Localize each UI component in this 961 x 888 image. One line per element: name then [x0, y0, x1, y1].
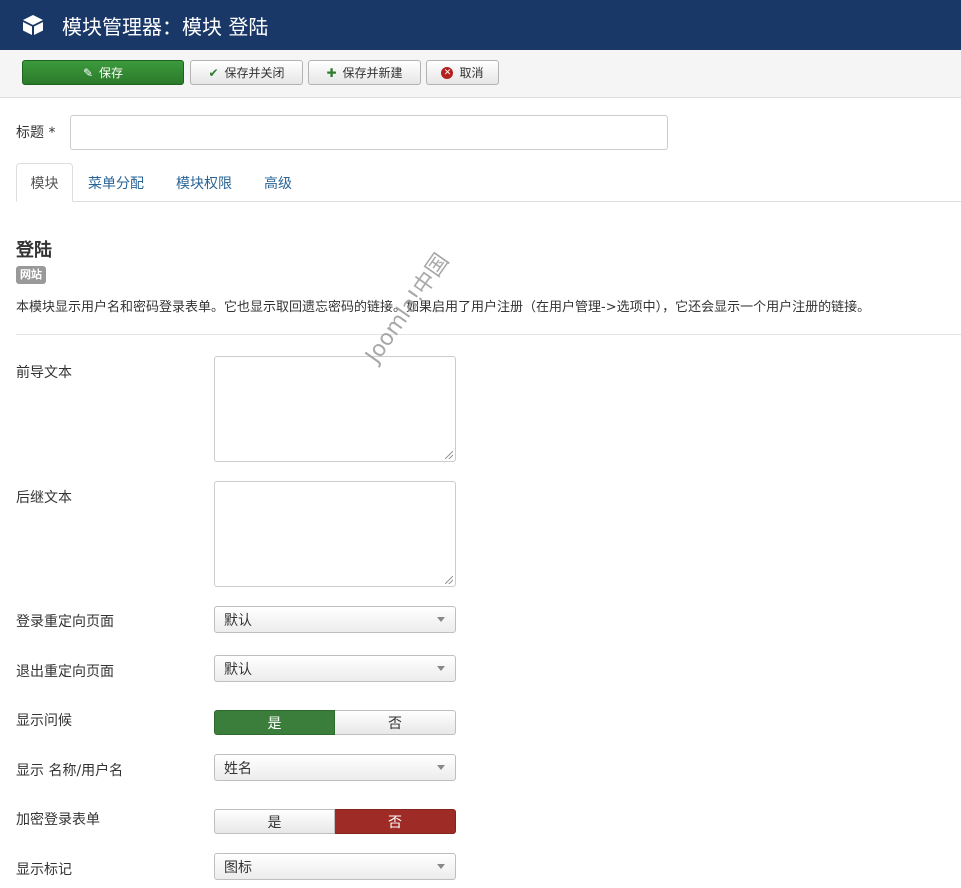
chevron-down-icon [437, 765, 445, 770]
title-label: 标题 * [16, 122, 55, 142]
display-name-select[interactable]: 姓名 [214, 754, 456, 781]
posttext-textarea[interactable] [214, 481, 456, 587]
save-close-button-label: 保存并关闭 [224, 66, 285, 80]
show-label-label: 显示标记 [16, 862, 72, 878]
save-button-label: 保存 [99, 66, 124, 80]
toolbar: ✎ 保存 ✔ 保存并关闭 ✚ 保存并新建 ✕ 取消 [0, 50, 961, 98]
cancel-button-label: 取消 [459, 66, 484, 80]
show-label-value: 图标 [224, 859, 252, 876]
logout-redirect-select[interactable]: 默认 [214, 655, 456, 682]
title-label-text: 标题 [16, 125, 44, 141]
header-bar: 模块管理器：模块 登陆 [0, 0, 961, 50]
module-name: 登陆 [16, 240, 52, 261]
chevron-down-icon [437, 864, 445, 869]
save-close-button[interactable]: ✔ 保存并关闭 [190, 60, 303, 85]
pretext-textarea[interactable] [214, 356, 456, 462]
greeting-toggle: 是 否 [214, 710, 456, 735]
pretext-label: 前导文本 [16, 365, 72, 381]
greeting-no-button[interactable]: 否 [335, 710, 456, 735]
login-redirect-label: 登录重定向页面 [16, 614, 114, 630]
resize-grip-icon[interactable] [445, 576, 453, 584]
module-description: 本模块显示用户名和密码登录表单。它也显示取回遗忘密码的链接。如果启用了用户注册（… [16, 300, 871, 315]
cancel-button[interactable]: ✕ 取消 [426, 60, 499, 85]
plus-icon: ✚ [326, 65, 337, 80]
close-icon: ✕ [441, 66, 454, 79]
login-redirect-value: 默认 [224, 612, 252, 629]
resize-grip-icon[interactable] [445, 451, 453, 459]
save-new-button[interactable]: ✚ 保存并新建 [308, 60, 421, 85]
title-input[interactable] [70, 115, 668, 150]
tab-advanced[interactable]: 高级 [254, 163, 302, 202]
cube-icon [23, 15, 43, 35]
tab-module-permissions[interactable]: 模块权限 [166, 163, 242, 202]
logout-redirect-value: 默认 [224, 661, 252, 678]
logout-redirect-label: 退出重定向页面 [16, 664, 114, 680]
display-name-label: 显示 名称/用户名 [16, 763, 124, 779]
encrypt-yes-button[interactable]: 是 [214, 809, 335, 834]
display-name-value: 姓名 [224, 760, 252, 777]
tab-menu-assignment[interactable]: 菜单分配 [78, 163, 154, 202]
posttext-label: 后继文本 [16, 490, 72, 506]
save-new-button-label: 保存并新建 [342, 66, 403, 80]
greeting-label: 显示问候 [16, 713, 72, 729]
page-title: 模块管理器：模块 登陆 [62, 14, 269, 39]
check-icon: ✔ [208, 65, 219, 80]
greeting-yes-button[interactable]: 是 [214, 710, 335, 735]
chevron-down-icon [437, 617, 445, 622]
tab-module[interactable]: 模块 [16, 163, 73, 202]
login-redirect-select[interactable]: 默认 [214, 606, 456, 633]
tab-bar: 模块 菜单分配 模块权限 高级 [16, 163, 961, 202]
show-label-select[interactable]: 图标 [214, 853, 456, 880]
site-badge: 网站 [16, 266, 46, 284]
encrypt-no-button[interactable]: 否 [335, 809, 456, 834]
divider [16, 334, 961, 335]
chevron-down-icon [437, 666, 445, 671]
required-mark: * [48, 125, 56, 141]
edit-icon: ✎ [82, 65, 94, 80]
encrypt-form-toggle: 是 否 [214, 809, 456, 834]
encrypt-form-label: 加密登录表单 [16, 812, 100, 828]
save-button[interactable]: ✎ 保存 [22, 60, 184, 85]
